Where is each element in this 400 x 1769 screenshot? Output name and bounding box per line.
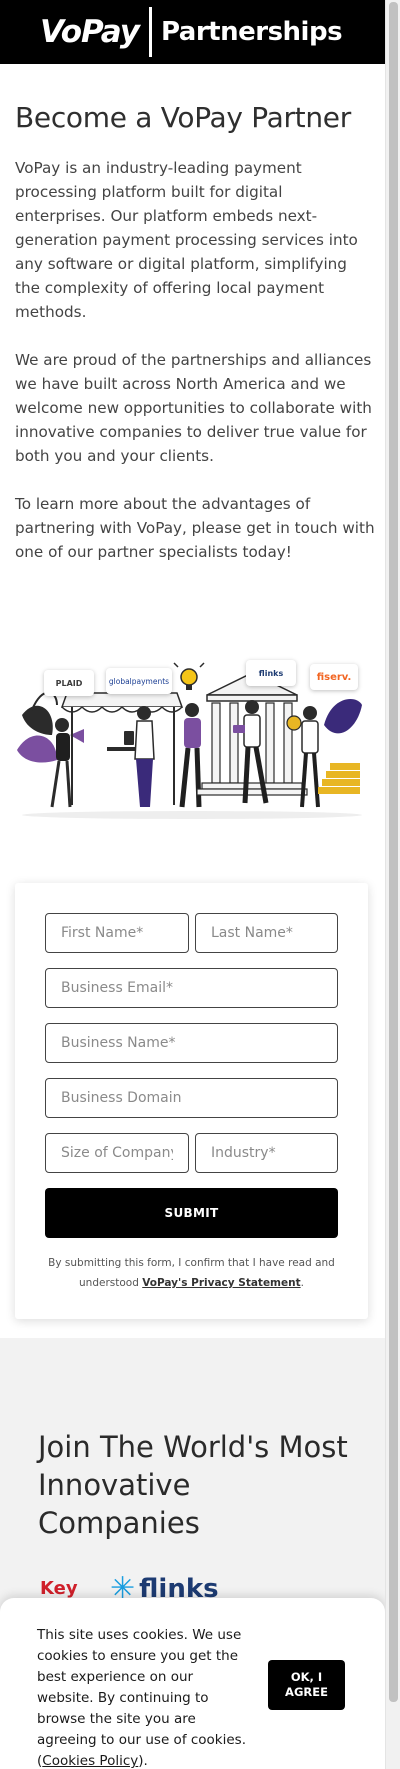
consent-suffix: .	[300, 1277, 304, 1289]
partner-form: SUBMIT By submitting this form, I confir…	[15, 883, 368, 1319]
intro-paragraph: VoPay is an industry-leading payment pro…	[15, 159, 358, 321]
cookie-text: This site uses cookies. We use cookies t…	[37, 1625, 247, 1769]
fiserv-label: fiserv.	[316, 671, 352, 683]
plaid-badge: PLAID	[44, 670, 94, 696]
page-scrollbar[interactable]	[385, 0, 400, 1769]
cookie-message-end: ).	[138, 1753, 148, 1769]
cookies-policy-link[interactable]: Cookies Policy	[42, 1753, 138, 1769]
cookie-banner: This site uses cookies. We use cookies t…	[0, 1598, 385, 1769]
cookie-message: This site uses cookies. We use cookies t…	[37, 1627, 247, 1769]
globalpayments-label: globalpayments	[108, 676, 170, 686]
privacy-statement-link[interactable]: VoPay's Privacy Statement	[142, 1277, 300, 1289]
site-header: VoPay Partnerships	[0, 0, 385, 64]
logo-subtitle: Partnerships	[160, 17, 343, 47]
industry-field[interactable]	[195, 1133, 338, 1173]
customers-heading: Join The World's Most Innovative Compani…	[38, 1430, 348, 1540]
flinks-label: flinks	[258, 668, 284, 678]
business-domain-field[interactable]	[45, 1078, 338, 1118]
intro-section: Become a VoPay Partner VoPay is an indus…	[15, 100, 375, 588]
last-name-field[interactable]	[195, 913, 338, 953]
key-logo-label: Key	[40, 1578, 78, 1599]
business-email-field[interactable]	[45, 968, 338, 1008]
first-name-field[interactable]	[45, 913, 189, 953]
plaid-label: PLAID	[55, 678, 83, 688]
key-logo: Key	[40, 1578, 78, 1599]
intro-paragraph: We are proud of the partnerships and all…	[15, 351, 372, 465]
company-size-field[interactable]	[45, 1133, 189, 1173]
fiserv-badge: fiserv.	[310, 664, 358, 690]
accept-cookies-button[interactable]: OK, I AGREE	[268, 1660, 345, 1710]
business-name-field[interactable]	[45, 1023, 338, 1063]
intro-paragraph: To learn more about the advantages of pa…	[15, 495, 375, 561]
vopay-logo[interactable]: VoPay	[40, 14, 140, 50]
flinks-badge: flinks	[246, 660, 296, 686]
scrollbar-thumb[interactable]	[389, 2, 398, 1702]
page-title: Become a VoPay Partner	[15, 101, 351, 134]
consent-text: By submitting this form, I confirm that …	[45, 1253, 338, 1293]
submit-button[interactable]: SUBMIT	[45, 1188, 338, 1238]
partners-illustration: PLAID globalpayments flinks fiserv.	[12, 655, 372, 830]
globalpayments-badge: globalpayments	[106, 668, 172, 694]
logo-divider	[148, 7, 152, 57]
